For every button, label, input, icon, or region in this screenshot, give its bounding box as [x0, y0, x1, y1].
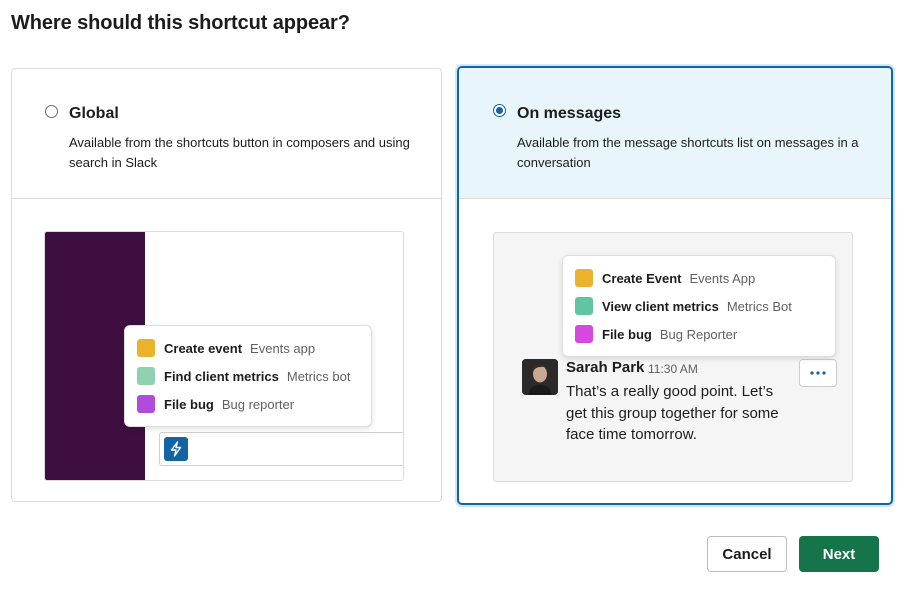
shortcut-app: Bug Reporter [659, 326, 738, 342]
global-radio[interactable] [45, 105, 58, 118]
option-messages-title: On messages [517, 105, 622, 122]
list-item: Create Event Events App [575, 264, 823, 292]
list-item: Find client metrics Metrics bot [137, 362, 359, 390]
dialog-title: Where should this shortcut appear? [11, 12, 350, 34]
shortcut-name: View client metrics [602, 298, 719, 314]
cancel-button[interactable]: Cancel [707, 536, 787, 572]
option-messages-card[interactable]: On messages Available from the message s… [457, 66, 893, 505]
app-color-swatch [575, 297, 593, 315]
global-shortcuts-menu: Create event Events app Find client metr… [124, 325, 372, 427]
option-global-description: Available from the shortcuts button in c… [69, 135, 410, 170]
shortcut-name: File bug [602, 326, 652, 342]
option-messages-header[interactable]: On messages Available from the message s… [459, 68, 891, 199]
shortcut-app: Bug reporter [221, 396, 295, 412]
option-global-title: Global [69, 105, 119, 122]
list-item: Create event Events app [137, 334, 359, 362]
shortcut-app: Events app [250, 340, 316, 356]
next-button[interactable]: Next [799, 536, 879, 572]
shortcut-name: Find client metrics [164, 368, 279, 384]
option-global-header[interactable]: Global Available from the shortcuts butt… [12, 69, 441, 199]
message-shortcuts-menu: Create Event Events App View client metr… [562, 255, 836, 357]
message-author: Sarah Park [566, 359, 645, 376]
option-messages-description: Available from the message shortcuts lis… [517, 135, 859, 170]
shortcut-app: Events App [689, 270, 756, 286]
app-color-swatch [575, 269, 593, 287]
shortcut-name: File bug [164, 396, 214, 412]
more-actions-icon [799, 359, 837, 387]
app-color-swatch [137, 367, 155, 385]
app-color-swatch [137, 339, 155, 357]
lightning-bolt-icon [164, 437, 188, 461]
preview-composer [159, 432, 403, 466]
message-timestamp: 11:30 AM [648, 362, 698, 376]
list-item: File bug Bug Reporter [575, 320, 823, 348]
shortcut-app: Metrics Bot [726, 298, 792, 314]
app-color-swatch [575, 325, 593, 343]
shortcut-app: Metrics bot [286, 368, 351, 384]
option-global-card[interactable]: Global Available from the shortcuts butt… [11, 68, 442, 502]
avatar [522, 359, 558, 395]
shortcut-name: Create Event [602, 270, 682, 286]
app-color-swatch [137, 395, 155, 413]
message-text: That’s a really good point. Let’s get th… [566, 383, 779, 443]
list-item: File bug Bug reporter [137, 390, 359, 418]
messages-radio[interactable] [493, 104, 506, 117]
shortcut-name: Create event [164, 340, 243, 356]
list-item: View client metrics Metrics Bot [575, 292, 823, 320]
